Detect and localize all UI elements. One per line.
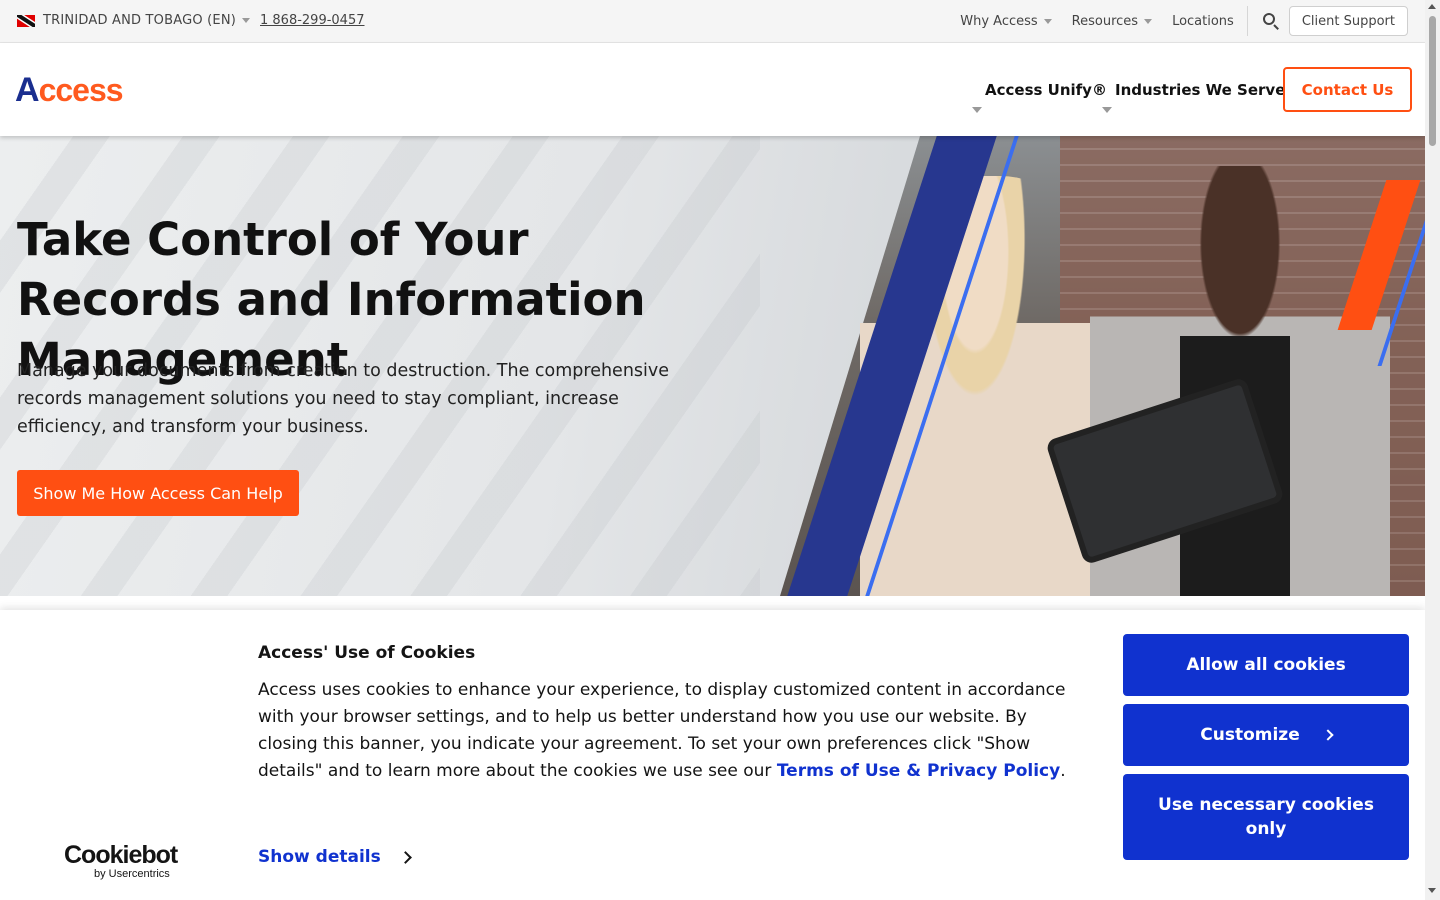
chevron-down-icon (1043, 18, 1052, 24)
search-handle (1273, 24, 1279, 30)
divider (1246, 6, 1248, 36)
cookie-banner-text: Access uses cookies to enhance your expe… (258, 677, 1088, 785)
logo-initial: A (15, 71, 40, 109)
cookie-banner: Cookiebot by Usercentrics Access' Use of… (0, 610, 1425, 900)
phone-link[interactable]: 1 868-299-0457 (260, 13, 365, 28)
allow-all-cookies-button[interactable]: Allow all cookies (1123, 634, 1409, 696)
chevron-down-icon (1144, 18, 1153, 24)
cookie-banner-period: . (1060, 761, 1066, 781)
scrollbar[interactable] (1425, 0, 1440, 900)
locale-label: TRINIDAD AND TOBAGO (EN) (43, 13, 237, 28)
utility-link-locations[interactable]: Locations (1172, 14, 1234, 29)
cookiebot-logo-main: Cookiebot (64, 841, 178, 869)
client-support-button[interactable]: Client Support (1288, 6, 1408, 36)
cookiebot-logo[interactable]: Cookiebot by Usercentrics (64, 842, 184, 880)
show-details-button[interactable]: Show details (258, 847, 412, 867)
utility-link-why-access[interactable]: Why Access (960, 13, 1052, 29)
utility-nav: Why Access Resources Locations Client Su… (940, 6, 1408, 36)
utility-link-label: Locations (1172, 13, 1234, 29)
chevron-down-icon[interactable] (1102, 107, 1112, 113)
trinidad-flag-icon (17, 14, 35, 27)
show-details-label: Show details (258, 847, 381, 867)
hero-section: Take Control of Your Records and Informa… (0, 136, 1425, 596)
hero-subtitle: Manage your documents from creation to d… (17, 361, 670, 437)
customize-label: Customize (1200, 725, 1300, 745)
search-icon[interactable] (1262, 12, 1280, 30)
chevron-down-icon (242, 18, 251, 23)
utility-link-resources[interactable]: Resources (1071, 13, 1153, 29)
scrollbar-thumb[interactable] (1429, 16, 1436, 146)
customize-button[interactable]: Customize (1123, 704, 1409, 766)
chevron-down-icon[interactable] (972, 107, 982, 113)
cookiebot-logo-by: by Usercentrics (94, 868, 170, 880)
nav-industries-we-serve[interactable]: Industries We Serve (1115, 81, 1285, 99)
necessary-cookies-button[interactable]: Use necessary cookies only (1123, 774, 1409, 860)
search-lens (1262, 13, 1275, 25)
scroll-up-arrow-icon[interactable] (1428, 4, 1436, 9)
utility-link-label: Why Access (960, 13, 1038, 29)
contact-us-button[interactable]: Contact Us (1283, 67, 1412, 112)
hero-cta-button[interactable]: Show Me How Access Can Help (17, 470, 299, 516)
utility-bar: TRINIDAD AND TOBAGO (EN) 1 868-299-0457 … (0, 0, 1425, 43)
cookie-banner-title: Access' Use of Cookies (258, 643, 476, 663)
locale-selector[interactable]: TRINIDAD AND TOBAGO (EN) (17, 13, 251, 28)
access-logo[interactable]: Access (15, 71, 124, 110)
chevron-right-icon (398, 850, 412, 864)
terms-privacy-link[interactable]: Terms of Use & Privacy Policy (777, 761, 1060, 781)
main-header: Access Access Unify® Industries We Serve… (0, 43, 1425, 136)
logo-rest: ccess (38, 72, 124, 108)
nav-access-unify[interactable]: Access Unify® (985, 81, 1107, 99)
utility-link-label: Resources (1071, 13, 1139, 29)
scroll-down-arrow-icon[interactable] (1428, 888, 1436, 893)
chevron-right-icon (1322, 729, 1334, 741)
